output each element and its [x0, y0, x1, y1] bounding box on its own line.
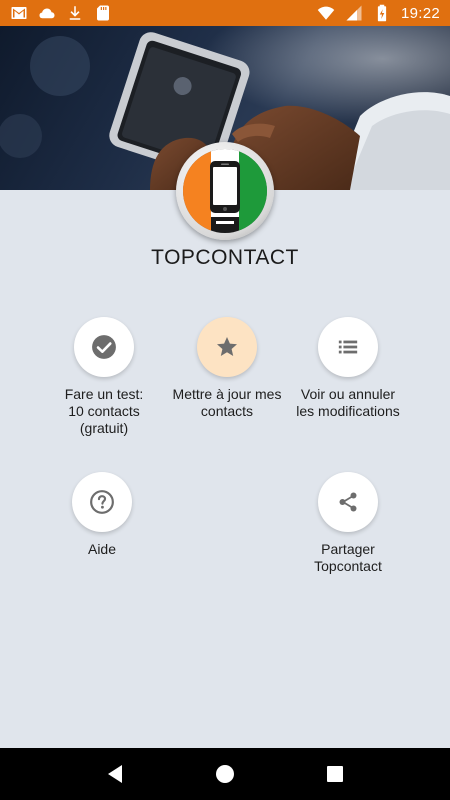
recents-icon: [327, 766, 343, 782]
logo-flag: [183, 149, 267, 233]
status-right-icons: 19:22: [317, 4, 440, 22]
help-label: Aide: [87, 541, 117, 557]
clock: 19:22: [400, 4, 440, 22]
phone-flag-icon: [183, 149, 267, 233]
check-circle-icon: [92, 335, 116, 359]
list-icon: [338, 340, 358, 354]
download-icon: [69, 6, 81, 20]
test-button[interactable]: [74, 317, 134, 377]
cloud-icon: [39, 8, 55, 19]
sd-card-icon: [97, 5, 109, 21]
home-icon: [216, 765, 234, 783]
back-button[interactable]: [100, 759, 130, 789]
star-icon: [217, 337, 237, 356]
share-icon: [339, 492, 357, 512]
app-title: TOPCONTACT: [151, 246, 299, 269]
recents-button[interactable]: [320, 759, 350, 789]
view-modifications-button[interactable]: [318, 317, 378, 377]
status-bar: 19:22: [0, 0, 450, 26]
view-modifications-action[interactable]: Voir ou annuler les modifications: [273, 317, 423, 420]
test-action-label: Fare un test: 10 contacts (gratuit): [64, 386, 144, 436]
update-contacts-button[interactable]: [197, 317, 257, 377]
battery-charging-icon: [377, 4, 387, 22]
share-label: Partager Topcontact: [314, 541, 382, 574]
view-modifications-label: Voir ou annuler les modifications: [296, 386, 400, 419]
app-logo: [176, 142, 274, 240]
gmail-icon: [11, 7, 27, 19]
update-contacts-label: Mettre à jour mes contacts: [172, 386, 282, 419]
share-button[interactable]: [318, 472, 378, 532]
back-icon: [108, 765, 122, 783]
status-left-icons: [10, 4, 112, 22]
home-button[interactable]: [210, 759, 240, 789]
navigation-bar: [0, 748, 450, 800]
share-action[interactable]: Partager Topcontact: [273, 472, 423, 575]
help-action[interactable]: Aide: [27, 472, 177, 558]
signal-icon: [346, 5, 362, 21]
help-button[interactable]: [72, 472, 132, 532]
help-icon: [90, 490, 114, 514]
wifi-icon: [317, 6, 335, 20]
